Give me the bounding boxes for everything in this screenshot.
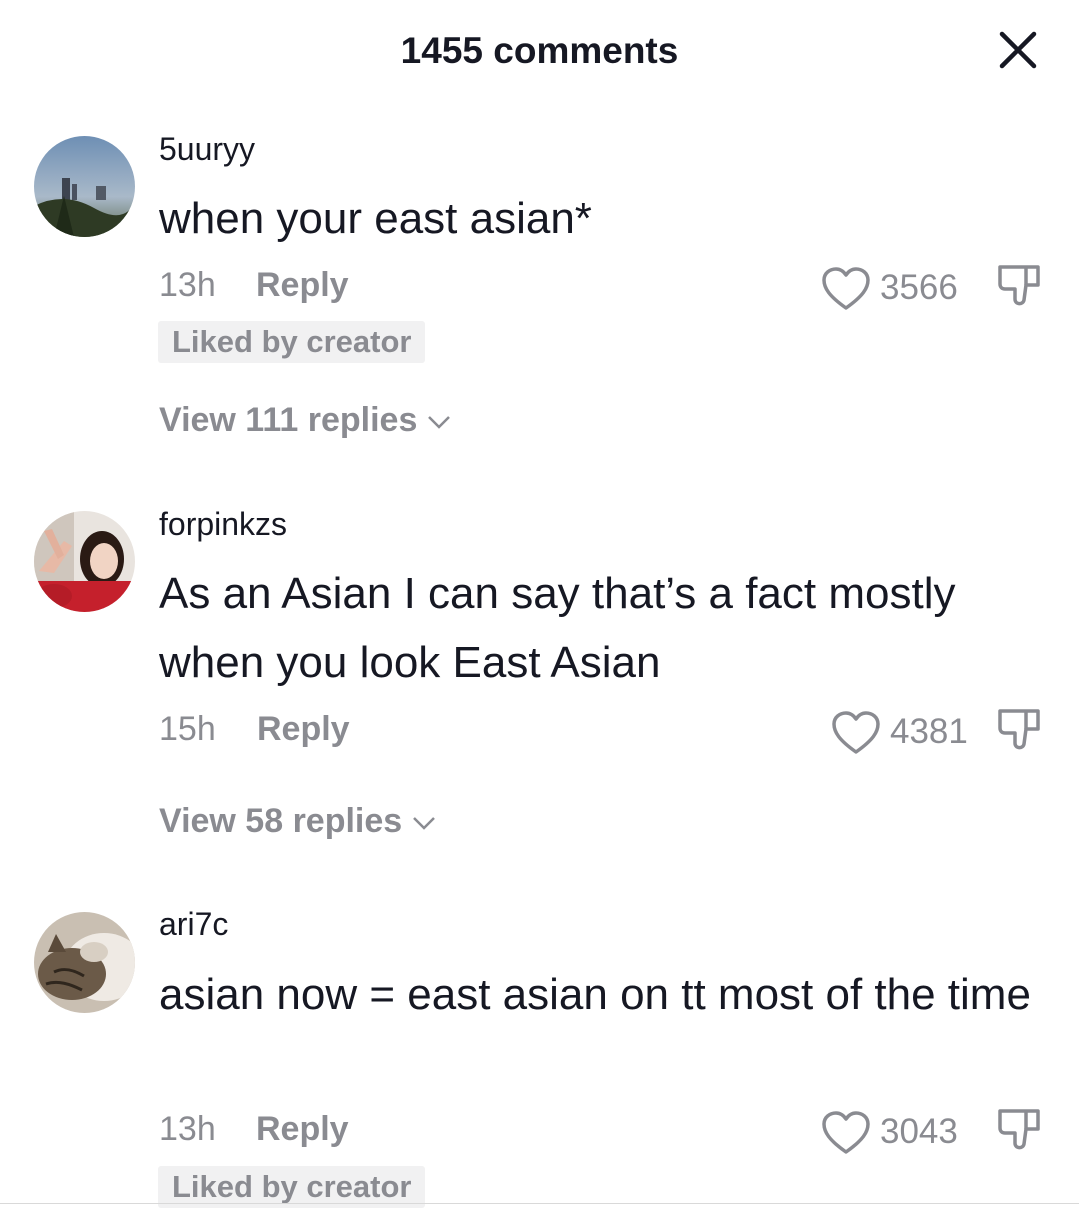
view-replies-button[interactable]: View 111 replies — [159, 401, 451, 440]
chevron-down-icon — [428, 416, 451, 429]
reply-button[interactable]: Reply — [257, 710, 350, 749]
avatar-photo-cat-icon — [34, 912, 135, 1013]
view-replies-label: View 58 replies — [159, 802, 403, 840]
avatar-photo-cityscape-icon — [34, 136, 135, 237]
comment-time: 13h — [159, 266, 216, 304]
like-count: 4381 — [890, 712, 968, 751]
avatar[interactable] — [34, 136, 135, 237]
avatar[interactable] — [34, 511, 135, 612]
view-replies-label: View 111 replies — [159, 401, 418, 439]
comments-count-title: 1455 comments — [400, 30, 679, 71]
like-count: 3566 — [880, 268, 958, 307]
comment-username[interactable]: forpinkzs — [159, 506, 287, 543]
dislike-icon[interactable] — [994, 1106, 1044, 1154]
comment-text: when your east asian* — [159, 194, 592, 243]
avatar-photo-person-icon — [34, 511, 135, 612]
reply-button[interactable]: Reply — [256, 1110, 349, 1149]
view-replies-button[interactable]: View 58 replies — [159, 802, 436, 841]
heart-icon[interactable] — [821, 266, 871, 312]
liked-by-creator-badge: Liked by creator — [158, 1166, 426, 1208]
comment-meta: 13h Reply 3043 — [159, 1110, 1039, 1154]
like-count: 3043 — [880, 1112, 958, 1151]
comment-meta: 13h Reply 3566 — [159, 266, 1039, 310]
reply-button[interactable]: Reply — [256, 266, 349, 305]
dislike-icon[interactable] — [994, 706, 1044, 754]
heart-icon[interactable] — [821, 1110, 871, 1156]
comment-text: asian now = east asian on tt most of the… — [159, 970, 1031, 1019]
comment-username[interactable]: 5uuryy — [159, 131, 255, 168]
comment-time: 13h — [159, 1110, 216, 1148]
divider — [0, 1203, 1079, 1204]
close-button[interactable] — [996, 28, 1040, 72]
liked-by-creator-badge: Liked by creator — [158, 321, 426, 363]
comment-time: 15h — [159, 710, 216, 748]
heart-icon[interactable] — [831, 710, 881, 756]
close-icon[interactable] — [996, 28, 1040, 72]
dislike-icon[interactable] — [994, 262, 1044, 310]
chevron-down-icon — [413, 817, 436, 830]
comment-meta: 15h Reply 4381 — [159, 710, 1039, 754]
comment-text: As an Asian I can say that’s a fact most… — [159, 569, 956, 687]
comments-header: 1455 comments — [0, 0, 1079, 110]
comment-username[interactable]: ari7c — [159, 906, 228, 943]
avatar[interactable] — [34, 912, 135, 1013]
